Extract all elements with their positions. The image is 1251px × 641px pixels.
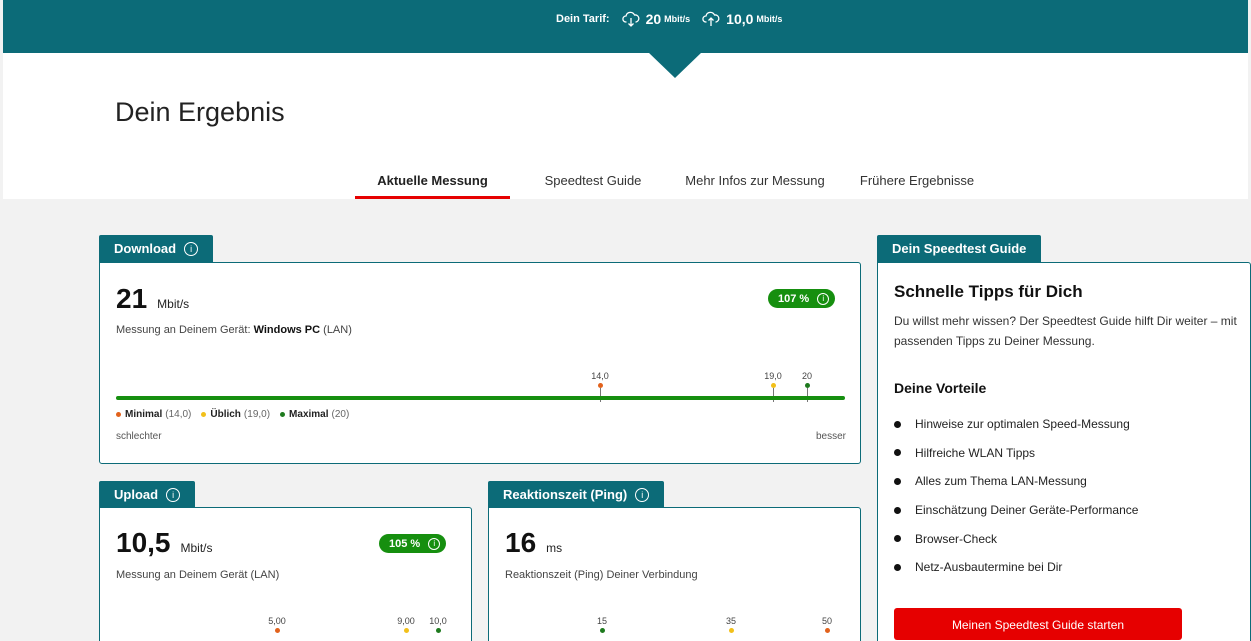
upload-device-text: Messung an Deinem Gerät (LAN) bbox=[116, 569, 280, 581]
ueblich-dot bbox=[403, 628, 409, 633]
bullet-icon bbox=[894, 506, 901, 514]
download-card: 21 Mbit/s Messung an Deinem Gerät: Windo… bbox=[99, 262, 861, 464]
upload-card-tab: Upload i bbox=[99, 481, 196, 508]
ping-result: 16 ms bbox=[505, 527, 562, 559]
ping-card: 16 ms Reaktionszeit (Ping) Deiner Verbin… bbox=[488, 507, 861, 641]
info-icon[interactable]: i bbox=[184, 241, 199, 256]
cloud-upload-icon bbox=[702, 11, 720, 26]
upload-card: 10,5 Mbit/s Messung an Deinem Gerät (LAN… bbox=[99, 507, 472, 641]
download-marker-ueblich-value: 19,0 bbox=[764, 371, 782, 381]
upload-marker-maximal-value: 10,0 bbox=[429, 616, 447, 626]
start-guide-button[interactable]: Meinen Speedtest Guide starten bbox=[894, 608, 1182, 640]
ping-marker-minimal: 15 bbox=[582, 616, 622, 633]
tab-fruehere-ergebnisse[interactable]: Frühere Ergebnisse bbox=[834, 166, 1000, 199]
ping-description: Reaktionszeit (Ping) Deiner Verbindung bbox=[505, 569, 698, 581]
minimal-dot bbox=[824, 628, 830, 633]
ping-marker-ueblich-value: 35 bbox=[725, 616, 736, 626]
upload-percent: 105 % bbox=[389, 537, 421, 550]
ping-marker-minimal-value: 15 bbox=[596, 616, 607, 626]
download-percent: 107 % bbox=[778, 292, 810, 305]
download-percent-badge: 107 % i bbox=[768, 289, 836, 308]
minimal-dot bbox=[274, 628, 280, 633]
upload-marker-minimal: 5,00 bbox=[257, 616, 297, 633]
list-item: Einschätzung Deiner Geräte-Performance bbox=[894, 496, 1138, 525]
info-icon[interactable]: i bbox=[817, 292, 830, 305]
legend-maximal: Maximal (20) bbox=[280, 409, 349, 420]
tariff-download: 20 Mbit/s bbox=[621, 11, 691, 27]
tariff-bar: Dein Tarif: 20 Mbit/s 10,0 Mbit/s bbox=[3, 0, 1248, 53]
download-legend: Minimal (14,0) Üblich (19,0) Maximal (20) bbox=[116, 409, 359, 420]
bullet-icon bbox=[894, 535, 901, 543]
tariff-upload: 10,0 Mbit/s bbox=[702, 11, 782, 27]
tariff-pointer bbox=[648, 52, 702, 78]
bullet-icon bbox=[894, 420, 901, 428]
ueblich-dot bbox=[728, 628, 734, 633]
tab-aktuelle-messung[interactable]: Aktuelle Messung bbox=[355, 166, 510, 199]
download-connection: (LAN) bbox=[320, 324, 352, 336]
guide-card: Schnelle Tipps für Dich Du willst mehr w… bbox=[877, 262, 1251, 641]
bullet-icon bbox=[894, 563, 901, 571]
list-item: Netz-Ausbautermine bei Dir bbox=[894, 553, 1138, 582]
cloud-download-icon bbox=[621, 11, 639, 27]
tab-mehr-infos[interactable]: Mehr Infos zur Messung bbox=[676, 166, 834, 199]
download-tab-label: Download bbox=[114, 241, 177, 256]
ping-unit: ms bbox=[546, 541, 563, 555]
ping-card-tab: Reaktionszeit (Ping) i bbox=[488, 481, 665, 508]
scale-label-worse: schlechter bbox=[116, 431, 162, 442]
upload-tab-label: Upload bbox=[114, 487, 159, 502]
ping-marker-maximal-value: 50 bbox=[821, 616, 832, 626]
download-result: 21 Mbit/s bbox=[116, 283, 189, 315]
download-marker-maximal-value: 20 bbox=[801, 371, 812, 381]
upload-value: 10,5 bbox=[116, 527, 171, 558]
list-item: Hinweise zur optimalen Speed-Messung bbox=[894, 410, 1138, 439]
download-marker-minimal-value: 14,0 bbox=[591, 371, 609, 381]
upload-percent-badge: 105 % i bbox=[379, 534, 447, 553]
guide-subtitle: Deine Vorteile bbox=[894, 380, 987, 396]
upload-marker-ueblich-value: 9,00 bbox=[397, 616, 415, 626]
bullet-icon bbox=[894, 449, 901, 457]
maximal-dot bbox=[435, 628, 441, 633]
legend-minimal: Minimal (14,0) bbox=[116, 409, 191, 420]
guide-title: Schnelle Tipps für Dich bbox=[894, 282, 1083, 301]
upload-unit: Mbit/s bbox=[180, 541, 213, 555]
tab-speedtest-guide[interactable]: Speedtest Guide bbox=[510, 166, 676, 199]
bullet-icon bbox=[894, 477, 901, 485]
list-item: Alles zum Thema LAN-Messung bbox=[894, 467, 1138, 496]
ping-value: 16 bbox=[505, 527, 537, 558]
info-icon[interactable]: i bbox=[635, 487, 650, 502]
info-icon[interactable]: i bbox=[428, 537, 441, 550]
upload-marker-maximal: 10,0 bbox=[418, 616, 458, 633]
ping-tab-label: Reaktionszeit (Ping) bbox=[503, 487, 628, 502]
upload-marker-minimal-value: 5,00 bbox=[268, 616, 286, 626]
tariff-info: Dein Tarif: 20 Mbit/s 10,0 Mbit/s bbox=[556, 11, 794, 27]
download-measure-prefix: Messung an Deinem Gerät: bbox=[116, 324, 254, 336]
guide-tab-label: Dein Speedtest Guide bbox=[892, 241, 1027, 256]
guide-description: Du willst mehr wissen? Der Speedtest Gui… bbox=[894, 314, 1237, 348]
tariff-download-value: 20 bbox=[645, 11, 662, 27]
tariff-label: Dein Tarif: bbox=[556, 13, 610, 25]
ping-marker-maximal: 50 bbox=[807, 616, 847, 633]
tariff-download-unit: Mbit/s bbox=[664, 14, 691, 24]
info-icon[interactable]: i bbox=[166, 487, 181, 502]
result-tabs: Aktuelle Messung Speedtest Guide Mehr In… bbox=[355, 166, 1000, 199]
upload-result: 10,5 Mbit/s bbox=[116, 527, 213, 559]
ping-marker-ueblich: 35 bbox=[711, 616, 751, 633]
guide-benefits-list: Hinweise zur optimalen Speed-Messung Hil… bbox=[894, 410, 1138, 582]
result-header: Dein Ergebnis Aktuelle Messung Speedtest… bbox=[3, 53, 1248, 199]
tariff-upload-value: 10,0 bbox=[726, 11, 754, 27]
guide-card-tab: Dein Speedtest Guide bbox=[877, 235, 1042, 262]
download-device-text: Messung an Deinem Gerät: Windows PC (LAN… bbox=[116, 324, 352, 336]
page-title: Dein Ergebnis bbox=[115, 97, 285, 127]
download-speed-bar bbox=[116, 396, 845, 400]
legend-ueblich: Üblich (19,0) bbox=[201, 409, 270, 420]
list-item: Hilfreiche WLAN Tipps bbox=[894, 439, 1138, 468]
maximal-dot bbox=[599, 628, 605, 633]
download-unit: Mbit/s bbox=[157, 297, 190, 311]
scale-label-better: besser bbox=[816, 431, 847, 442]
download-device-name: Windows PC bbox=[253, 324, 321, 336]
download-card-tab: Download i bbox=[99, 235, 214, 262]
tariff-upload-unit: Mbit/s bbox=[756, 14, 783, 24]
download-value: 21 bbox=[116, 283, 148, 314]
list-item: Browser-Check bbox=[894, 524, 1138, 553]
